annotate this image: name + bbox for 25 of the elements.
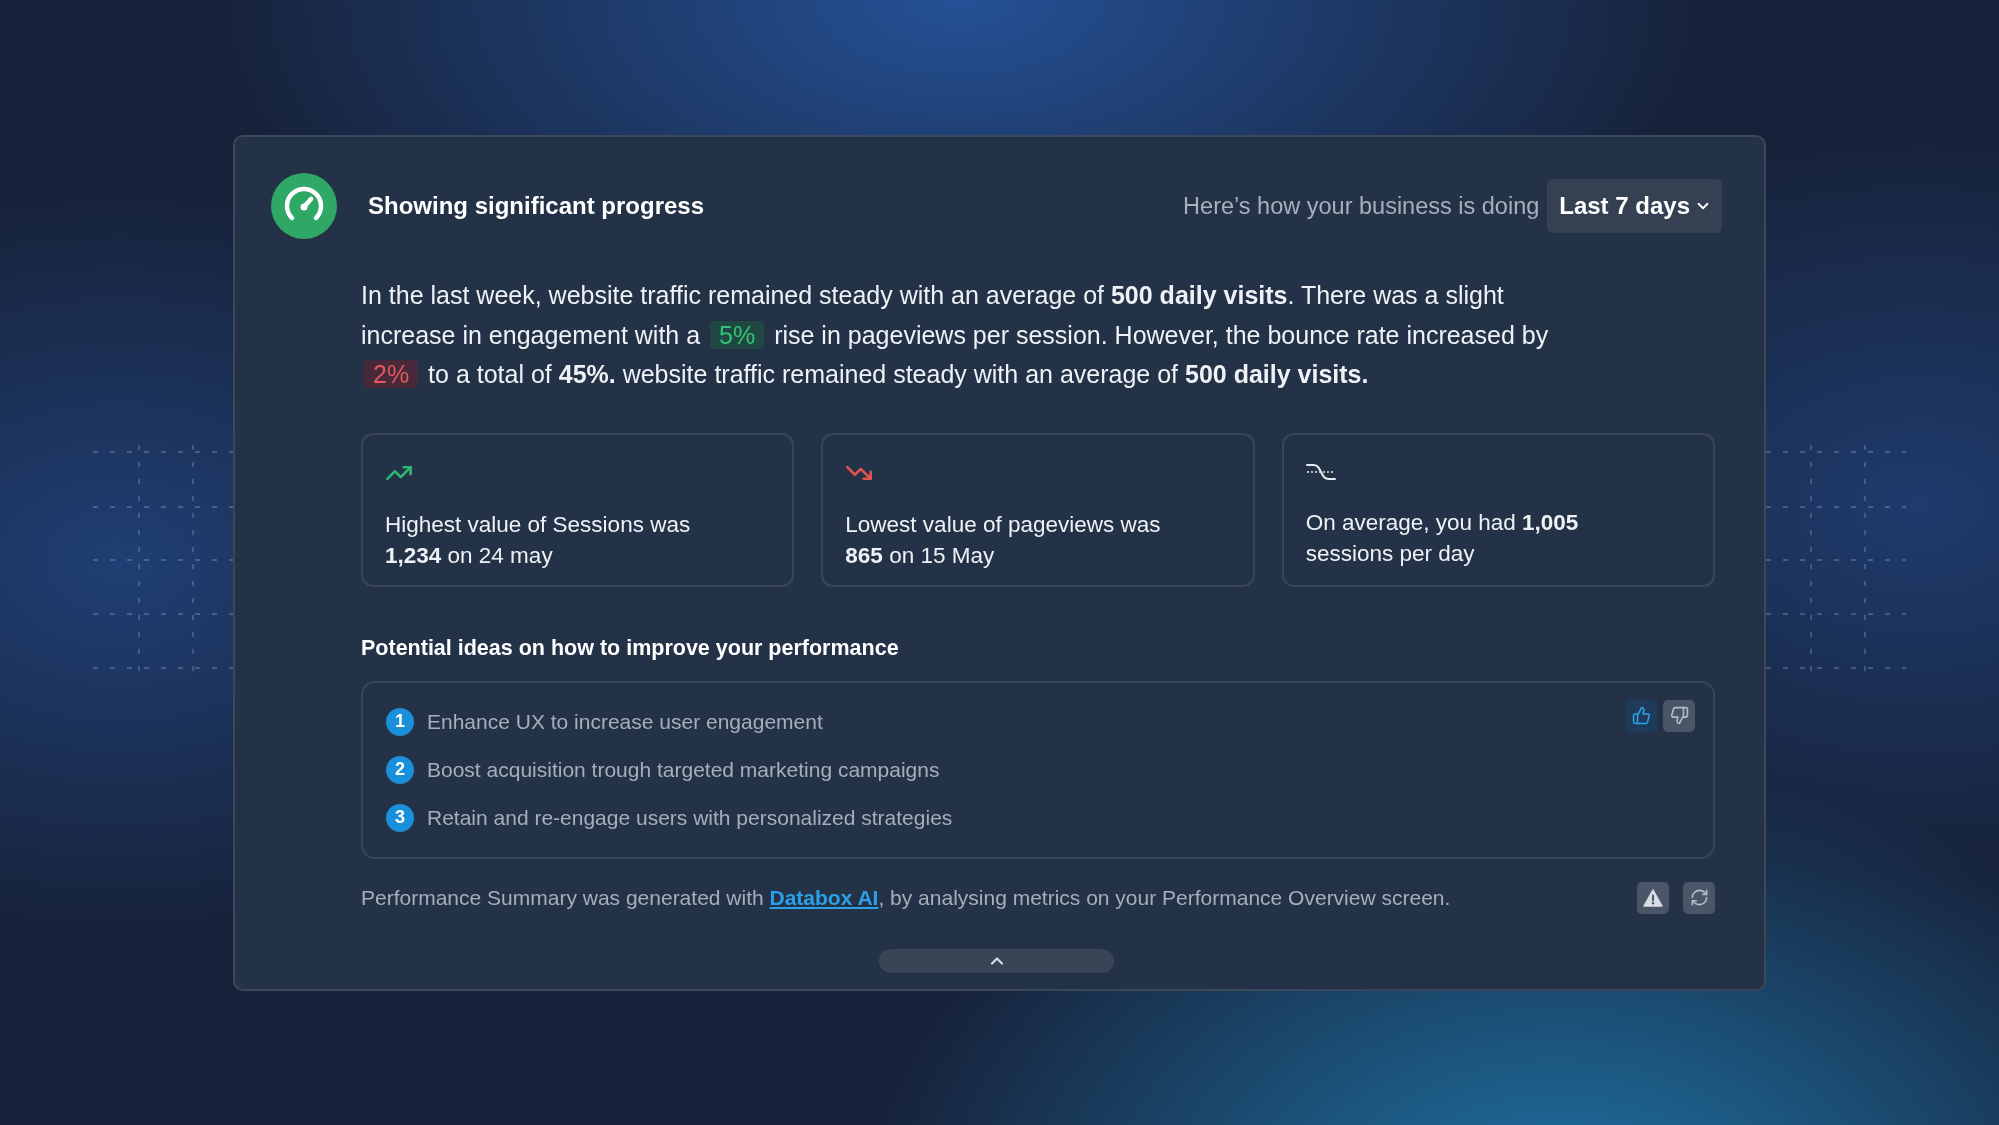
summary-text: In the last week, website traffic remained steady with an average of 500 daily visits. There was a slight increase in engagement with a 5% rise in pageviews per session. However, the bounce rate increased by 2% to a total of 45%. website traffic remained steady with an average of 500 daily visits. — [361, 280, 1550, 390]
card-title: Showing significant progress — [368, 192, 706, 220]
step-number: 2 — [386, 755, 414, 784]
databox-ai-link[interactable]: Databox AI — [769, 885, 879, 909]
step-number: 1 — [386, 707, 414, 736]
refresh-button[interactable] — [1683, 881, 1715, 914]
thumbs-down-button[interactable] — [1663, 699, 1695, 732]
step-number: 3 — [386, 803, 414, 832]
stat-text: Highest value of Sessions was 1,234 on 24 may — [385, 510, 692, 570]
thumbs-up-icon — [1631, 706, 1651, 725]
stat-text: Lowest value of pageviews was 865 on 15 May — [845, 510, 1162, 570]
card-subtitle: Here’s how your business is doing — [1183, 192, 1540, 220]
warning-icon — [1643, 888, 1663, 907]
thumbs-up-button[interactable] — [1625, 699, 1657, 732]
refresh-icon — [1689, 888, 1709, 907]
footer-text: Performance Summary was generated with Databox AI, by analysing metrics on your Performance Overview screen. — [361, 884, 1451, 911]
period-dropdown[interactable]: Last 7 days — [1547, 179, 1722, 233]
gauge-icon — [271, 173, 337, 239]
stat-text: On average, you had 1,005 sessions per day — [1305, 508, 1580, 568]
idea-text: Retain and re-engage users with personalized strategies — [427, 805, 953, 830]
idea-text: Enhance UX to increase user engagement — [427, 709, 823, 734]
report-button[interactable] — [1637, 881, 1669, 914]
ideas-heading: Potential ideas on how to improve your performance — [361, 634, 900, 662]
idea-text: Boost acquisition trough targeted marketing campaigns — [427, 757, 940, 782]
thumbs-down-icon — [1669, 706, 1689, 725]
